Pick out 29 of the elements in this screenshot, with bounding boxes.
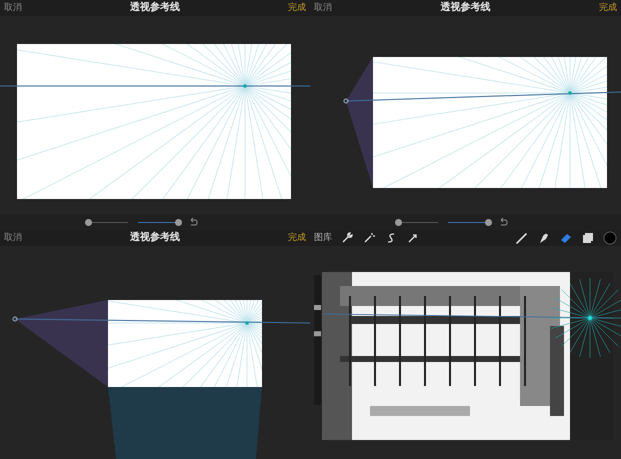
wand-icon[interactable]: [362, 231, 376, 245]
vanishing-point[interactable]: [568, 91, 572, 95]
undo-icon[interactable]: [498, 217, 508, 227]
vanishing-point[interactable]: [243, 84, 247, 88]
slider-thumb[interactable]: [175, 218, 182, 226]
panel-title: 透视参考线: [130, 232, 180, 244]
undo-icon[interactable]: [188, 217, 198, 227]
cancel-button[interactable]: 取消: [4, 2, 64, 14]
panel-title: 透视参考线: [130, 2, 180, 14]
cancel-button[interactable]: 取消: [314, 2, 374, 14]
slider-thumb[interactable]: [85, 218, 92, 226]
done-button[interactable]: 完成: [557, 2, 617, 14]
vanishing-point-handle[interactable]: [12, 316, 18, 322]
slider-thumb[interactable]: [314, 305, 321, 310]
slider-thumb[interactable]: [395, 218, 402, 226]
gallery-button[interactable]: 图库: [314, 232, 332, 244]
slider-thumb[interactable]: [485, 218, 492, 226]
smudge-icon[interactable]: [537, 231, 551, 245]
slider-thumb[interactable]: [314, 331, 321, 336]
wrench-icon[interactable]: [340, 231, 354, 245]
brush-icon[interactable]: [515, 231, 529, 245]
cancel-button[interactable]: 取消: [4, 232, 64, 244]
panel-title: 透视参考线: [440, 2, 490, 14]
vanishing-point[interactable]: [245, 321, 249, 325]
layers-icon[interactable]: [581, 231, 595, 245]
done-button[interactable]: 完成: [246, 2, 306, 14]
vanishing-point-handle[interactable]: [344, 98, 348, 104]
color-icon[interactable]: [603, 231, 617, 245]
done-button[interactable]: 完成: [246, 232, 306, 244]
